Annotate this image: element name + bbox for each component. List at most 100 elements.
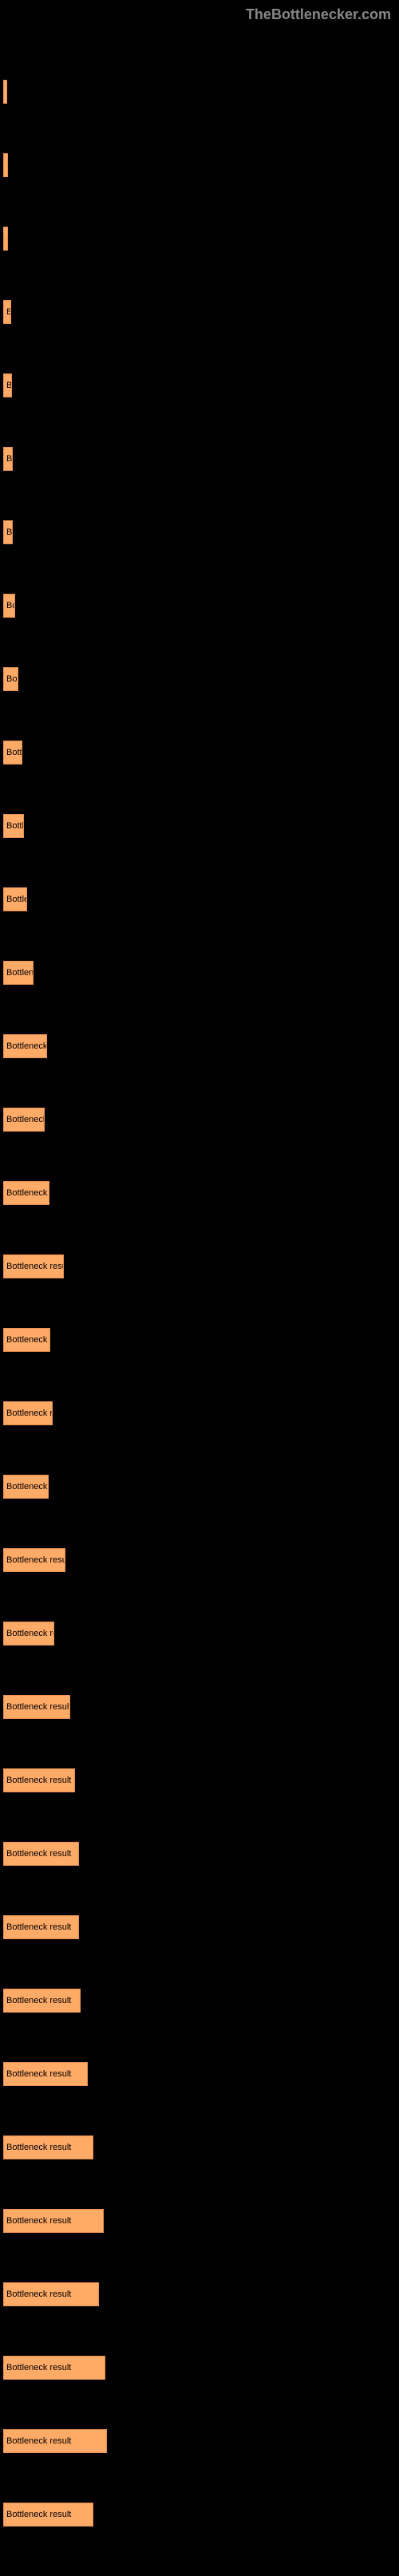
bar-row: Bottleneck result	[3, 814, 399, 838]
bar-row: Bottleneck result	[3, 2356, 399, 2380]
bar: Bottleneck result	[3, 520, 13, 544]
bar-row: Bottleneck result	[3, 1034, 399, 1058]
bar: Bottleneck result	[3, 227, 8, 251]
bar-row: Bottleneck result	[3, 300, 399, 324]
bar: Bottleneck result	[3, 1328, 50, 1352]
bar: Bottleneck result	[3, 1401, 53, 1425]
bar-label: Bottleneck result	[6, 2510, 71, 2519]
bar-row: Bottleneck result	[3, 2282, 399, 2306]
bar-row: Bottleneck result	[3, 2429, 399, 2453]
bar-row: Bottleneck result	[3, 1108, 399, 1132]
bar-row: Bottleneck result	[3, 1915, 399, 1939]
bar-row: Bottleneck result	[3, 447, 399, 471]
bar-row: Bottleneck result	[3, 2135, 399, 2159]
bar: Bottleneck result	[3, 2062, 88, 2086]
bar: Bottleneck result	[3, 153, 8, 177]
bar: Bottleneck result	[3, 80, 7, 104]
bar: Bottleneck result	[3, 1254, 64, 1278]
bar-row: Bottleneck result	[3, 961, 399, 985]
bar-label: Bottleneck result	[6, 2143, 71, 2152]
bar-row: Bottleneck result	[3, 227, 399, 251]
bar-row: Bottleneck result	[3, 1254, 399, 1278]
bar-label: Bottleneck result	[6, 895, 27, 904]
bar-label: Bottleneck result	[6, 1188, 49, 1198]
bar-label: Bottleneck result	[6, 968, 34, 978]
chart: Bottleneck result Bottleneck result Bottle…	[0, 0, 399, 2527]
bar-label: Bottleneck result	[6, 1482, 49, 1491]
bar: Bottleneck result	[3, 887, 27, 911]
bar-label: Bottleneck result	[6, 1776, 71, 1785]
bar-label: Bottleneck result	[6, 1922, 71, 1932]
bar-row: Bottleneck result	[3, 2062, 399, 2086]
bar: Bottleneck result	[3, 1989, 81, 2013]
bar-row: Bottleneck result	[3, 1475, 399, 1499]
bar: Bottleneck result	[3, 594, 15, 618]
bar-row: Bottleneck result	[3, 80, 399, 104]
bar-label: Bottleneck result	[6, 2363, 71, 2373]
bar-label: Bottleneck result	[6, 1555, 65, 1565]
bar-row: Bottleneck result	[3, 2503, 399, 2527]
bar: Bottleneck result	[3, 1695, 70, 1719]
bar-row: Bottleneck result	[3, 153, 399, 177]
bar: Bottleneck result	[3, 1915, 79, 1939]
bar: Bottleneck result	[3, 2429, 107, 2453]
bar-label: Bottleneck result	[6, 381, 12, 390]
bar-row: Bottleneck result	[3, 1842, 399, 1866]
bar: Bottleneck result	[3, 2282, 99, 2306]
bar-label: Bottleneck result	[6, 1702, 70, 1712]
bar: Bottleneck result	[3, 1622, 54, 1646]
bar-label: Bottleneck result	[6, 1849, 71, 1859]
bar-label: Bottleneck result	[6, 87, 7, 97]
bar: Bottleneck result	[3, 447, 13, 471]
bar-row: Bottleneck result	[3, 1989, 399, 2013]
bar-label: Bottleneck result	[6, 1115, 45, 1124]
bar-row: Bottleneck result	[3, 887, 399, 911]
bar: Bottleneck result	[3, 2209, 104, 2233]
bar-label: Bottleneck result	[6, 1629, 54, 1638]
bar: Bottleneck result	[3, 1842, 79, 1866]
bar-label: Bottleneck result	[6, 1335, 50, 1345]
bar: Bottleneck result	[3, 1548, 65, 1572]
bar-label: Bottleneck result	[6, 2290, 71, 2299]
bar-row: Bottleneck result	[3, 1181, 399, 1205]
bar: Bottleneck result	[3, 814, 24, 838]
bar-row: Bottleneck result	[3, 1328, 399, 1352]
bar-row: Bottleneck result	[3, 1401, 399, 1425]
bar-label: Bottleneck result	[6, 1409, 53, 1418]
bar: Bottleneck result	[3, 300, 11, 324]
bar-label: Bottleneck result	[6, 160, 8, 170]
bar-row: Bottleneck result	[3, 667, 399, 691]
bar: Bottleneck result	[3, 373, 12, 397]
bar: Bottleneck result	[3, 2135, 93, 2159]
bar-label: Bottleneck result	[6, 2216, 71, 2226]
bar-label: Bottleneck result	[6, 601, 15, 610]
bar-row: Bottleneck result	[3, 2209, 399, 2233]
bar-row: Bottleneck result	[3, 1622, 399, 1646]
bar-label: Bottleneck result	[6, 454, 13, 464]
bar-label: Bottleneck result	[6, 1262, 64, 1271]
bar: Bottleneck result	[3, 1181, 49, 1205]
bar: Bottleneck result	[3, 1768, 75, 1792]
bar-label: Bottleneck result	[6, 307, 11, 317]
bar-label: Bottleneck result	[6, 1041, 47, 1051]
bar: Bottleneck result	[3, 2503, 93, 2527]
bar-label: Bottleneck result	[6, 1996, 71, 2005]
bar: Bottleneck result	[3, 1034, 47, 1058]
bar: Bottleneck result	[3, 667, 18, 691]
bar-row: Bottleneck result	[3, 741, 399, 765]
bar-row: Bottleneck result	[3, 594, 399, 618]
bar-label: Bottleneck result	[6, 527, 13, 537]
bar-label: Bottleneck result	[6, 748, 22, 757]
bar-label: Bottleneck result	[6, 2069, 71, 2079]
bar-row: Bottleneck result	[3, 1695, 399, 1719]
bar-label: Bottleneck result	[6, 674, 18, 684]
bar: Bottleneck result	[3, 1475, 49, 1499]
bar-row: Bottleneck result	[3, 1768, 399, 1792]
bar-row: Bottleneck result	[3, 373, 399, 397]
bar: Bottleneck result	[3, 741, 22, 765]
bar-row: Bottleneck result	[3, 520, 399, 544]
bar: Bottleneck result	[3, 961, 34, 985]
bar: Bottleneck result	[3, 2356, 105, 2380]
bar: Bottleneck result	[3, 1108, 45, 1132]
bar-label: Bottleneck result	[6, 821, 24, 831]
